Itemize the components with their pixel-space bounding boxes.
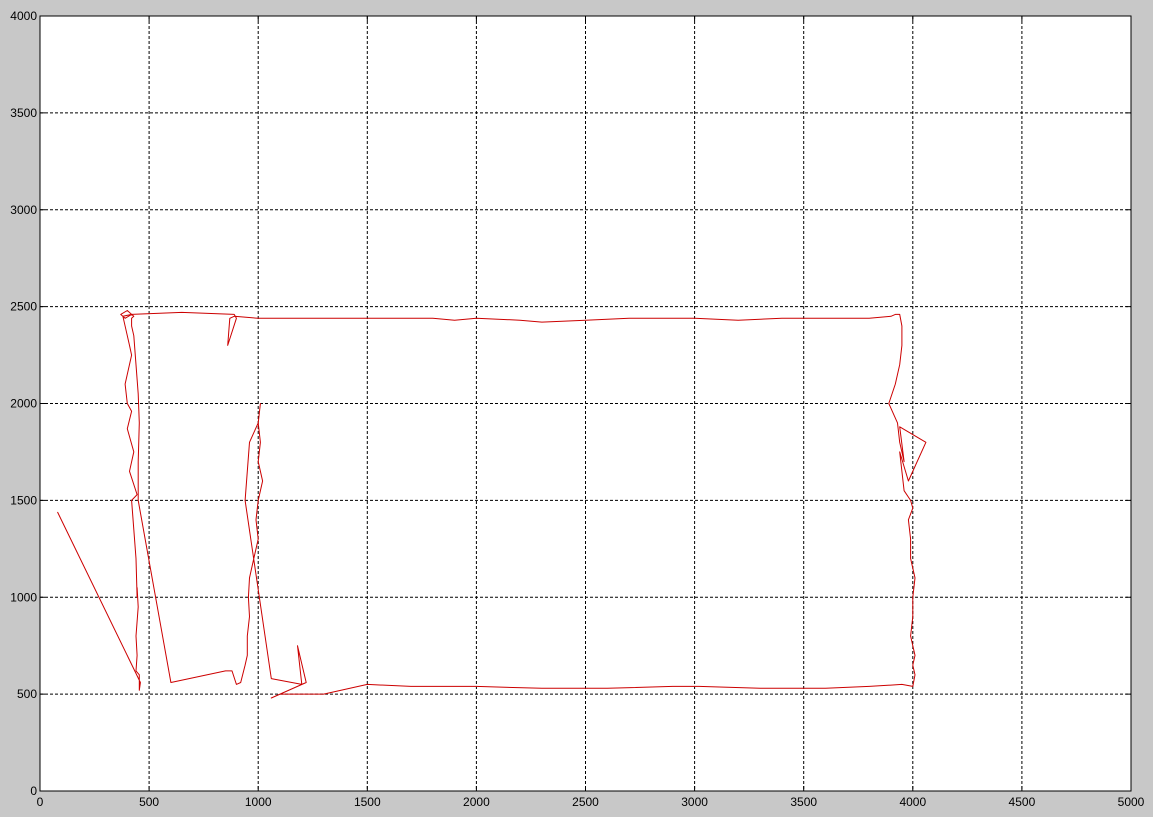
y-tick-label: 2500 bbox=[10, 300, 37, 314]
y-tick-label: 1500 bbox=[10, 493, 37, 507]
x-tick-label: 4000 bbox=[899, 795, 926, 809]
y-tick-label: 0 bbox=[30, 784, 37, 798]
x-tick-label: 3000 bbox=[681, 795, 708, 809]
x-tick-label: 2000 bbox=[463, 795, 490, 809]
y-tick-label: 4000 bbox=[10, 9, 37, 23]
x-tick-label: 2500 bbox=[572, 795, 599, 809]
y-tick-label: 1000 bbox=[10, 590, 37, 604]
x-tick-label: 5000 bbox=[1118, 795, 1145, 809]
y-tick-label: 2000 bbox=[10, 397, 37, 411]
y-tick-label: 3000 bbox=[10, 203, 37, 217]
x-tick-label: 0 bbox=[37, 795, 44, 809]
chart-figure: 0 500 1000 1500 2000 2500 3000 3500 4000 4500 5000… bbox=[10, 9, 1145, 809]
x-tick-label: 4500 bbox=[1009, 795, 1036, 809]
x-tick-label: 500 bbox=[139, 795, 159, 809]
x-tick-label: 1000 bbox=[245, 795, 272, 809]
y-tick-label: 3500 bbox=[10, 106, 37, 120]
x-tick-label: 3500 bbox=[790, 795, 817, 809]
x-tick-label: 1500 bbox=[354, 795, 381, 809]
y-tick-label: 500 bbox=[17, 687, 37, 701]
